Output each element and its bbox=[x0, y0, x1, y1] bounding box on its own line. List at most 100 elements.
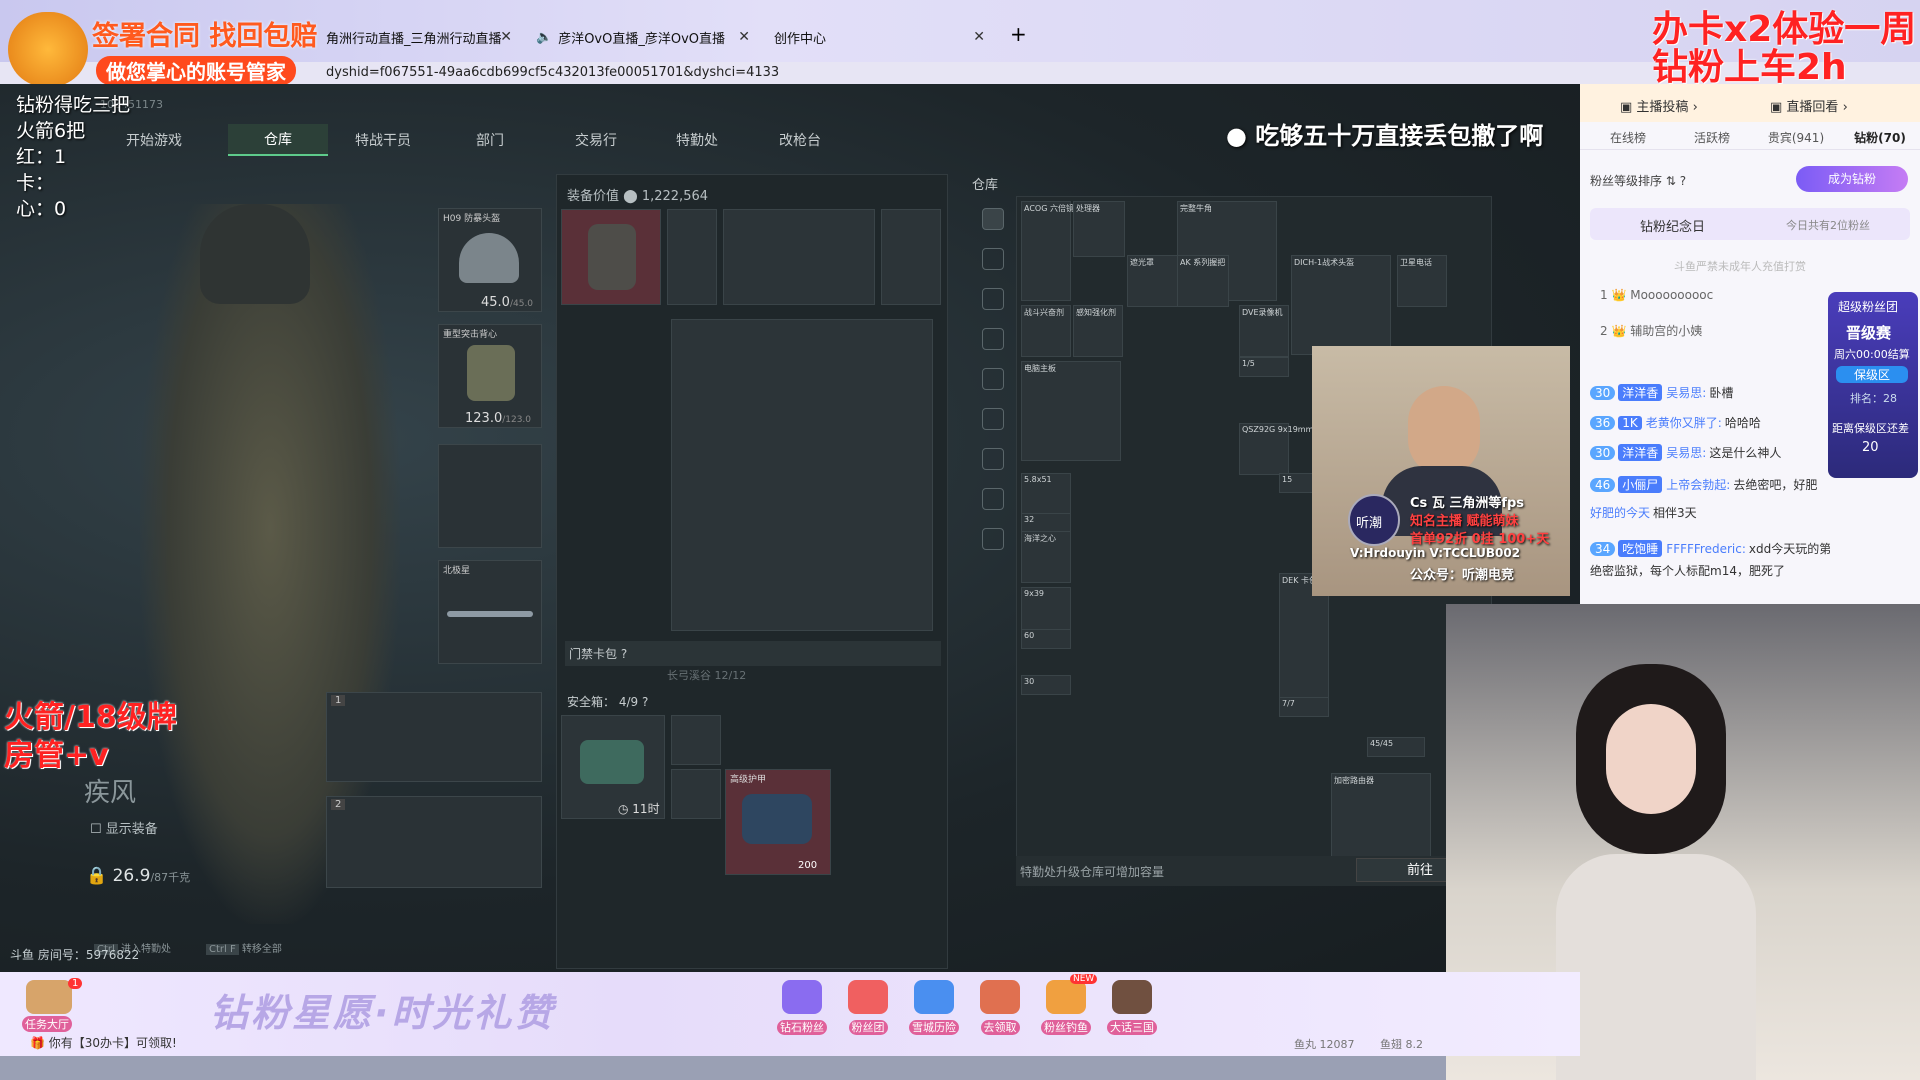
gun-icon[interactable] bbox=[982, 288, 1004, 310]
warehouse-item[interactable]: 战斗兴奋剂 bbox=[1021, 305, 1071, 357]
chat-username[interactable]: 好肥的今天 bbox=[1590, 506, 1650, 520]
audio-icon[interactable]: 🔈 bbox=[536, 30, 552, 45]
ammo-icon[interactable] bbox=[982, 368, 1004, 390]
task-hall-button[interactable]: 1 任务大厅 bbox=[20, 978, 83, 1032]
warehouse-item[interactable]: 遮光罩 bbox=[1127, 255, 1179, 307]
warehouse-item[interactable]: ACOG 六倍镜 bbox=[1021, 201, 1074, 301]
close-icon[interactable]: ✕ bbox=[738, 29, 750, 45]
backpack-slot[interactable] bbox=[667, 209, 717, 305]
gift-label: 粉丝团 bbox=[848, 1020, 888, 1035]
gift-banner: 钻粉星愿·时光礼赞 bbox=[210, 991, 556, 1035]
rank-row-2[interactable]: 2 👑 辅助宫的小姨 bbox=[1600, 322, 1702, 339]
warehouse-item[interactable]: DICH-1战术头盔 bbox=[1291, 255, 1391, 355]
warehouse-item[interactable]: AK 系列握把 bbox=[1177, 255, 1229, 307]
tab-2[interactable]: 🔈 彦洋OvO直播_彦洋OvO直播 ✕ bbox=[528, 22, 756, 52]
tab-1[interactable]: 角洲行动直播_三角洲行动直播 ✕ bbox=[318, 22, 518, 52]
warehouse-item[interactable]: DVE录像机 bbox=[1239, 305, 1289, 357]
rank-row-1[interactable]: 1 👑 Moooooooooc bbox=[1600, 288, 1713, 302]
weight-max: /87千克 bbox=[150, 871, 191, 884]
gift-5[interactable]: 大话三国 bbox=[1100, 980, 1164, 1035]
warehouse-item[interactable]: QSZ92G 9x19mm bbox=[1239, 423, 1313, 475]
med-icon[interactable] bbox=[982, 408, 1004, 430]
safe-box-item[interactable]: ◷ 11时 bbox=[561, 715, 665, 819]
close-icon[interactable]: ✕ bbox=[973, 29, 985, 45]
warehouse-item[interactable]: 电脑主板 bbox=[1021, 361, 1121, 461]
melee-slot[interactable]: 北极星 bbox=[438, 560, 542, 664]
gift-2[interactable]: 雪城历险 bbox=[902, 980, 966, 1035]
gift-0[interactable]: 钻石粉丝 bbox=[770, 980, 834, 1035]
chat-username[interactable]: 吴易思: bbox=[1666, 386, 1706, 400]
weapon-slot-1[interactable]: 1 bbox=[326, 692, 542, 782]
replay-link[interactable]: ▣ 直播回看 › bbox=[1770, 96, 1848, 115]
warehouse-item[interactable]: 处理器 bbox=[1073, 201, 1125, 257]
left-stat-line: 火箭6把 bbox=[16, 120, 86, 142]
backpack-grid[interactable] bbox=[671, 319, 933, 631]
warehouse-item[interactable]: 卫星电话 bbox=[1397, 255, 1447, 307]
armor-case-icon bbox=[742, 794, 812, 844]
pistol-slot[interactable] bbox=[438, 444, 542, 548]
backpack-slot[interactable] bbox=[723, 209, 875, 305]
gear-icon[interactable] bbox=[982, 528, 1004, 550]
warehouse-item-label: AK 系列握把 bbox=[1180, 258, 1226, 267]
anchor-posts-link[interactable]: ▣ 主播投稿 › bbox=[1620, 96, 1698, 115]
chat-message: 34吃饱睡FFFFFrederic:xdd今天玩的第一把 bbox=[1590, 540, 1830, 557]
warehouse-item[interactable]: 海洋之心 bbox=[1021, 531, 1071, 583]
nav-tab-4[interactable]: 交易行 bbox=[544, 124, 648, 156]
url-text[interactable]: dyshid=f067551-49aa6cdb699cf5c432013fe00… bbox=[326, 65, 779, 80]
gift-4[interactable]: 粉丝钓鱼 bbox=[1034, 980, 1098, 1035]
chat-tab-0[interactable]: 在线榜 bbox=[1588, 129, 1668, 146]
warehouse-item[interactable]: 感知强化剂 bbox=[1073, 305, 1123, 357]
tab-3[interactable]: 创作中心 ✕ bbox=[766, 22, 991, 52]
safe-slot[interactable] bbox=[671, 769, 721, 819]
warehouse-item-label: 战斗兴奋剂 bbox=[1024, 308, 1064, 317]
nav-tab-2[interactable]: 特战干员 bbox=[330, 124, 436, 156]
stream-caption: ● 吃够五十万直接丢包撤了啊 bbox=[1226, 122, 1544, 150]
chat-username[interactable]: 老黄你又胖了: bbox=[1646, 416, 1722, 430]
left-stat-line: 心：0 bbox=[16, 198, 67, 220]
nav-tab-1[interactable]: 仓库 bbox=[228, 124, 328, 156]
gift-3[interactable]: 去领取 bbox=[968, 980, 1032, 1035]
weapon-slot-2[interactable]: 2 bbox=[326, 796, 542, 888]
warehouse-item[interactable]: 32 bbox=[1021, 513, 1071, 533]
armor-case-item[interactable]: 高级护甲 200 bbox=[725, 769, 831, 875]
safe-slot[interactable] bbox=[671, 715, 721, 765]
close-icon[interactable]: ✕ bbox=[500, 29, 512, 45]
key-icon[interactable] bbox=[982, 448, 1004, 470]
warehouse-item[interactable]: 7/7 bbox=[1279, 697, 1329, 717]
hotkey-2[interactable]: Ctrl F 转移全部 bbox=[206, 940, 282, 955]
promo-card[interactable]: 超级粉丝团 晋级赛 周六00:00结算 保级区 排名：28 距离保级区还差 20 bbox=[1828, 292, 1918, 478]
chat-tab-2[interactable]: 贵宾(941) bbox=[1756, 129, 1836, 146]
keycard-bag[interactable]: 门禁卡包 ? bbox=[565, 641, 941, 666]
backpack-slot[interactable] bbox=[881, 209, 941, 305]
chat-username[interactable]: 吴易思: bbox=[1666, 446, 1706, 460]
backpack-item[interactable] bbox=[561, 209, 661, 305]
knife-label: 北极星 bbox=[443, 566, 471, 576]
armor-icon[interactable] bbox=[982, 328, 1004, 350]
home-icon[interactable] bbox=[982, 208, 1004, 230]
warehouse-item[interactable]: 60 bbox=[1021, 629, 1071, 649]
helmet-slot[interactable]: H09 防暴头盔 45.0/45.0 bbox=[438, 208, 542, 312]
armor-slot[interactable]: 重型突击背心 123.0/123.0 bbox=[438, 324, 542, 428]
nav-tab-6[interactable]: 改枪台 bbox=[754, 124, 846, 156]
rank-sort[interactable]: 粉丝等级排序 ⇅ ? bbox=[1590, 172, 1686, 189]
warehouse-item-label: 遮光罩 bbox=[1130, 258, 1154, 267]
show-equip-checkbox[interactable]: ☐ 显示装备 bbox=[90, 818, 158, 837]
anniversary-bar[interactable]: 钻粉纪念日 今日共有2位粉丝 bbox=[1590, 208, 1910, 240]
warehouse-item[interactable]: 1/5 bbox=[1239, 357, 1289, 377]
chat-username[interactable]: 上帝会勃起: bbox=[1666, 478, 1730, 492]
armor-durability: 123.0 bbox=[465, 411, 503, 426]
misc-icon[interactable] bbox=[982, 488, 1004, 510]
card-notice[interactable]: 🎁 你有【30办卡】可领取! bbox=[30, 1034, 177, 1051]
chat-tab-3[interactable]: 钻粉(70) bbox=[1840, 129, 1920, 146]
bag-icon[interactable] bbox=[982, 248, 1004, 270]
nav-tab-5[interactable]: 特勤处 bbox=[652, 124, 742, 156]
new-tab-button[interactable]: + bbox=[1010, 22, 1027, 46]
nav-tab-3[interactable]: 部门 bbox=[450, 124, 530, 156]
gift-1[interactable]: 粉丝团 bbox=[836, 980, 900, 1035]
gift-label: 粉丝钓鱼 bbox=[1041, 1020, 1091, 1035]
chat-username[interactable]: FFFFFrederic: bbox=[1666, 542, 1746, 556]
chat-tab-1[interactable]: 活跃榜 bbox=[1672, 129, 1752, 146]
warehouse-item[interactable]: 45/45 bbox=[1367, 737, 1425, 757]
warehouse-item[interactable]: 30 bbox=[1021, 675, 1071, 695]
become-diamond-fan-button[interactable]: 成为钻粉 bbox=[1796, 166, 1908, 192]
